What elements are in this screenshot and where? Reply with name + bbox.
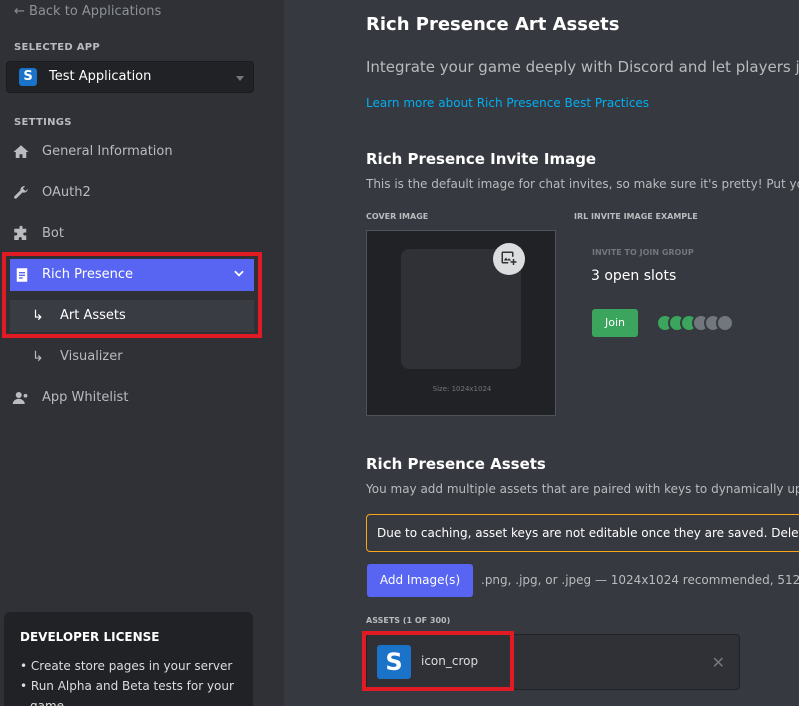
developer-license-card: DEVELOPER LICENSE • Create store pages i…	[4, 612, 253, 706]
wrench-icon	[14, 186, 28, 199]
main-content: Rich Presence Art Assets Integrate your …	[284, 0, 799, 706]
sidebar-item-rich-presence[interactable]: Rich Presence	[10, 259, 254, 291]
learn-more-link[interactable]: Learn more about Rich Presence Best Prac…	[366, 96, 649, 110]
cover-image-card[interactable]: Size: 1024x1024	[366, 230, 556, 416]
close-icon[interactable]: ✕	[712, 653, 725, 672]
sub-arrow-icon: ↳	[32, 349, 44, 365]
highlight-frame	[362, 631, 514, 691]
chevron-down-icon	[234, 270, 244, 277]
puzzle-icon	[14, 225, 27, 240]
sub-arrow-icon: ↳	[32, 308, 44, 324]
sidebar-item-visualizer[interactable]: ↳ Visualizer	[10, 341, 254, 373]
sidebar-item-oauth2[interactable]: OAuth2	[0, 176, 284, 210]
app-name: Test Application	[49, 69, 152, 84]
home-icon	[13, 145, 29, 158]
irl-example-label: IRL INVITE IMAGE EXAMPLE	[574, 212, 698, 221]
settings-label: SETTINGS	[14, 117, 72, 128]
invite-image-desc: This is the default image for chat invit…	[366, 177, 799, 191]
sidebar-item-label: OAuth2	[42, 185, 91, 200]
sidebar-item-general-information[interactable]: General Information	[0, 135, 284, 169]
caching-warning: Due to caching, asset keys are not edita…	[366, 514, 799, 552]
cover-image-label: COVER IMAGE	[366, 212, 429, 221]
sidebar-item-art-assets[interactable]: ↳ Art Assets	[10, 300, 254, 332]
warning-text: Due to caching, asset keys are not edita…	[377, 526, 799, 540]
license-point: game	[30, 699, 65, 706]
avatar	[716, 314, 734, 332]
sidebar: ← Back to Applications SELECTED APP S Te…	[0, 0, 284, 706]
document-icon	[16, 268, 28, 282]
license-point: • Run Alpha and Beta tests for your	[20, 679, 234, 693]
sidebar-item-bot[interactable]: Bot	[0, 217, 284, 251]
open-slots-text: 3 open slots	[591, 268, 677, 284]
join-button[interactable]: Join	[592, 309, 638, 337]
invite-to-join-label: INVITE TO JOIN GROUP	[592, 248, 694, 257]
sidebar-item-app-whitelist[interactable]: App Whitelist	[0, 381, 284, 415]
selected-app-label: SELECTED APP	[14, 42, 101, 53]
formats-note: .png, .jpg, or .jpeg — 1024x1024 recomme…	[481, 573, 799, 587]
back-to-applications-link[interactable]: ← Back to Applications	[14, 4, 161, 19]
users-icon	[12, 392, 28, 404]
caret-down-icon	[236, 76, 244, 81]
sidebar-item-label: Art Assets	[60, 308, 126, 323]
sidebar-item-label: Rich Presence	[42, 267, 133, 282]
page-title: Rich Presence Art Assets	[366, 14, 620, 35]
license-list: • Create store pages in your server • Ru…	[20, 656, 234, 706]
sidebar-item-label: Bot	[42, 226, 64, 241]
app-select[interactable]: S Test Application	[6, 61, 254, 93]
sidebar-item-label: App Whitelist	[42, 390, 129, 405]
app-logo: S	[19, 68, 37, 86]
add-images-button[interactable]: Add Image(s)	[367, 564, 473, 597]
size-note: Size: 1024x1024	[432, 385, 492, 393]
sidebar-item-label: Visualizer	[60, 349, 123, 364]
upload-image-button[interactable]	[493, 243, 525, 275]
license-point: • Create store pages in your server	[20, 659, 233, 673]
invite-image-heading: Rich Presence Invite Image	[366, 150, 597, 168]
sidebar-item-label: General Information	[42, 144, 173, 159]
license-title: DEVELOPER LICENSE	[20, 630, 160, 644]
assets-heading: Rich Presence Assets	[366, 455, 546, 473]
intro-text: Integrate your game deeply with Discord …	[366, 58, 799, 76]
assets-desc: You may add multiple assets that are pai…	[366, 482, 799, 496]
assets-count: ASSETS (1 OF 300)	[366, 616, 451, 625]
image-add-icon	[501, 251, 517, 265]
